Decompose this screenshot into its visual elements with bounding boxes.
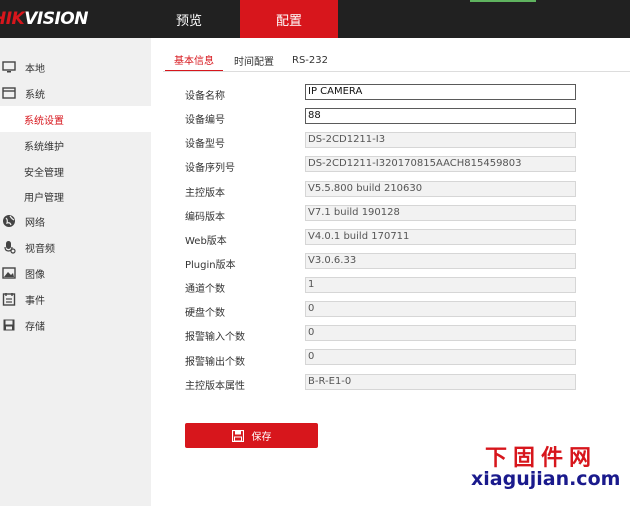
field-label: 报警输出个数 (185, 357, 245, 368)
sidebar-item-label: 网络 (25, 217, 45, 229)
sidebar-item-network[interactable]: 网络 (0, 208, 151, 234)
image-icon (2, 266, 16, 280)
system-icon (2, 86, 16, 100)
field-label: Web版本 (185, 236, 227, 247)
calendar-icon (2, 292, 16, 306)
sidebar-item-audio-video[interactable]: 视音频 (0, 234, 151, 260)
field-label: 主控版本 (185, 188, 225, 199)
alarm-input-count-field: 0 (305, 325, 576, 341)
sidebar-item-label: 视音频 (25, 243, 55, 255)
field-label: 主控版本属性 (185, 381, 245, 392)
sidebar-item-security[interactable]: 安全管理 (0, 158, 151, 184)
save-icon (231, 429, 244, 442)
device-model-field: DS-2CD1211-I3 (305, 132, 576, 148)
channel-count-field: 1 (305, 277, 576, 293)
tab-basic-info[interactable]: 基本信息 (165, 48, 223, 72)
serial-number-field: DS-2CD1211-I320170815AACH815459803 (305, 156, 576, 172)
sidebar-item-label: 本地 (25, 63, 45, 75)
monitor-icon (2, 60, 16, 74)
hdd-count-field: 0 (305, 301, 576, 317)
top-accent-bar (470, 0, 536, 2)
tab-rs232[interactable]: RS-232 (287, 48, 333, 72)
web-version-field: V4.0.1 build 170711 (305, 229, 576, 245)
field-label: 设备名称 (185, 91, 225, 102)
alarm-output-count-field: 0 (305, 349, 576, 365)
microphone-icon (2, 240, 16, 254)
sidebar-item-events[interactable]: 事件 (0, 286, 151, 312)
sidebar-item-system[interactable]: 系统 (0, 80, 151, 106)
sidebar-item-users[interactable]: 用户管理 (0, 183, 151, 209)
nav-preview[interactable]: 预览 (140, 0, 238, 38)
field-label: 报警输入个数 (185, 332, 245, 343)
field-label: 设备型号 (185, 139, 225, 150)
nav-config[interactable]: 配置 (240, 0, 338, 38)
sidebar-item-local[interactable]: 本地 (0, 54, 151, 80)
sidebar-item-label: 系统维护 (24, 141, 64, 153)
sidebar-item-label: 用户管理 (24, 192, 64, 204)
device-name-input[interactable]: IP CAMERA (305, 84, 576, 100)
save-button-label: 保存 (251, 432, 272, 443)
field-label: 编码版本 (185, 212, 225, 223)
field-label: Plugin版本 (185, 260, 236, 271)
sidebar-item-storage[interactable]: 存储 (0, 312, 151, 338)
hikvision-logo: HIKVISION (0, 9, 88, 29)
encoding-version-field: V7.1 build 190128 (305, 205, 576, 221)
top-bar: HIKVISION 预览 配置 (0, 0, 630, 38)
sidebar-item-label: 图像 (25, 269, 45, 281)
watermark-url: xiagujian.com (471, 468, 621, 490)
sidebar-item-label: 存储 (25, 321, 45, 333)
sidebar-item-label: 系统 (25, 89, 45, 101)
firmware-attribute-field: B-R-E1-0 (305, 374, 576, 390)
tab-divider (163, 71, 630, 72)
device-number-input[interactable]: 88 (305, 108, 576, 124)
disk-icon (2, 318, 16, 332)
field-label: 设备编号 (185, 115, 225, 126)
firmware-version-field: V5.5.800 build 210630 (305, 181, 576, 197)
plugin-version-field: V3.0.6.33 (305, 253, 576, 269)
sidebar-item-image[interactable]: 图像 (0, 260, 151, 286)
sidebar-item-system-maintenance[interactable]: 系统维护 (0, 132, 151, 158)
sidebar-item-label: 系统设置 (24, 115, 64, 127)
sidebar-item-system-settings[interactable]: 系统设置 (0, 106, 151, 132)
globe-icon (2, 214, 16, 228)
tab-time-settings[interactable]: 时间配置 (229, 48, 279, 72)
field-label: 通道个数 (185, 284, 225, 295)
field-label: 硬盘个数 (185, 308, 225, 319)
sidebar-item-label: 事件 (25, 295, 45, 307)
field-label: 设备序列号 (185, 163, 235, 174)
save-button[interactable]: 保存 (185, 423, 318, 448)
sidebar-item-label: 安全管理 (24, 167, 64, 179)
